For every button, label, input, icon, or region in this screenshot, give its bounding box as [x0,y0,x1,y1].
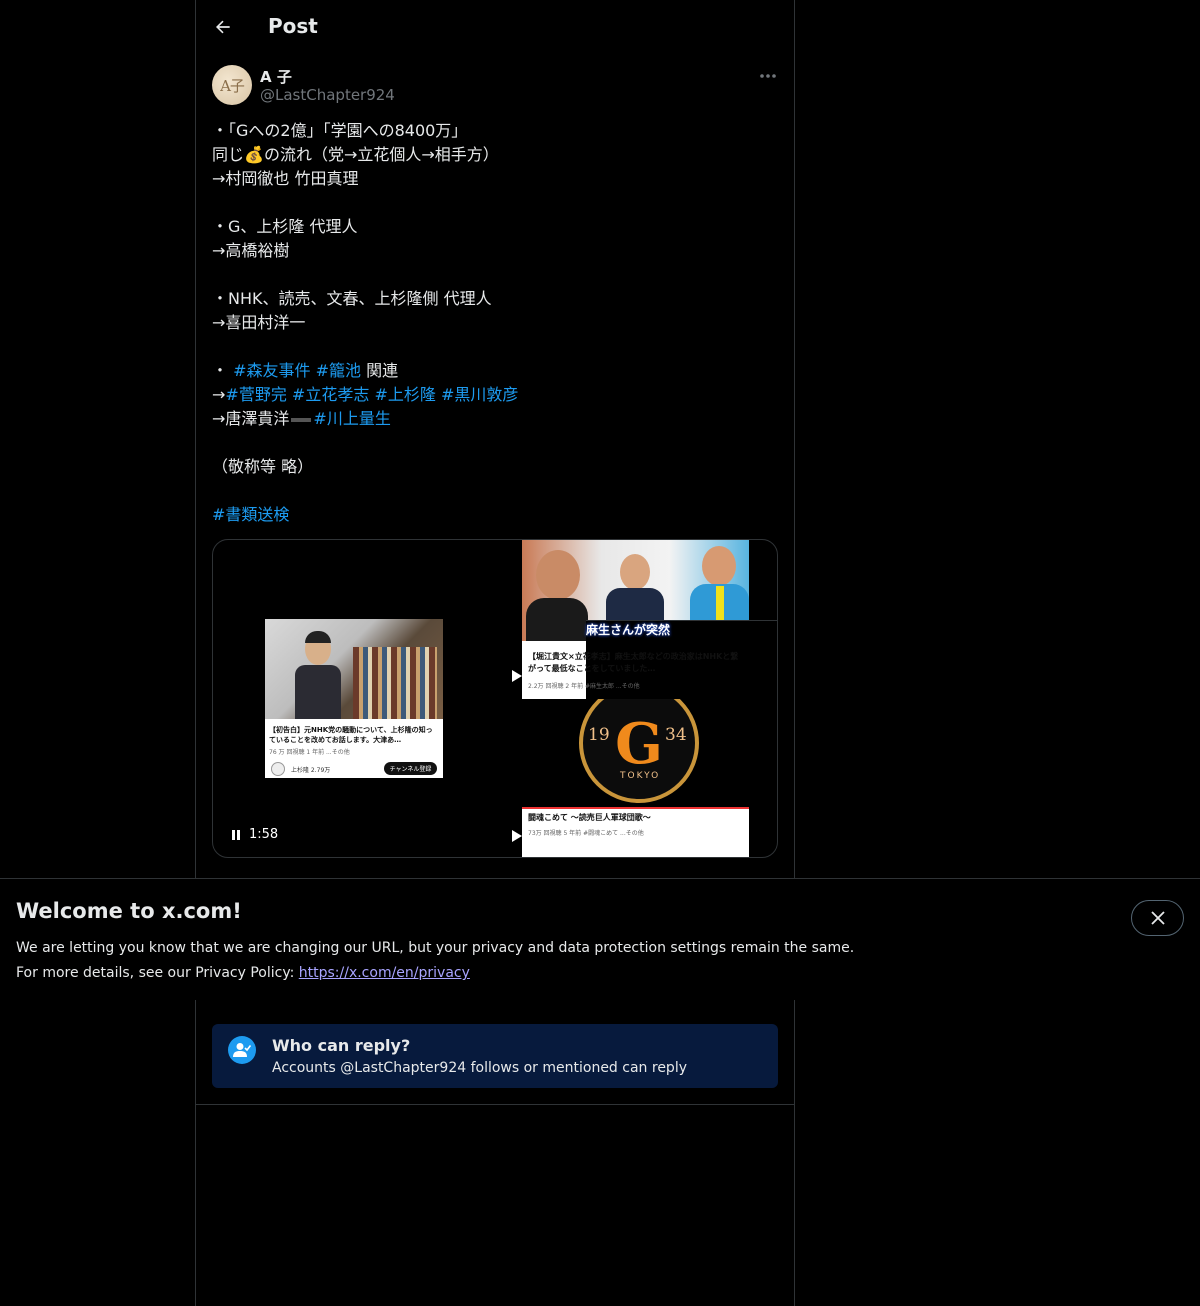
text-segment: の流れ（党→立花個人→相手方） [263,145,499,164]
channel-avatar-icon [271,762,285,776]
dash-icon [291,417,312,422]
suit-shape [295,665,341,719]
thumbnail-photo: 麻生さんが突然 [522,540,777,742]
video-player[interactable]: 【初告白】元NHK党の騒動について、上杉隆の知っていることを改めてお話します。大… [212,539,778,858]
privacy-link[interactable]: https://x.com/en/privacy [299,965,470,981]
person-graphic [295,631,341,719]
welcome-banner: Welcome to x.com! We are letting you kno… [0,878,1200,1000]
avatar-lettering: A子 [220,76,245,95]
pause-button[interactable] [229,828,243,842]
hashtag-link[interactable]: #川上量生 [313,409,390,428]
bookshelf-graphic [353,647,437,719]
hashtag-link[interactable]: #上杉隆 [374,385,435,404]
page-title: Post [268,14,318,38]
banner-title: Welcome to x.com! [16,899,242,923]
hashtag-link[interactable]: #菅野完 [225,385,286,404]
hair-shape [305,631,331,643]
close-banner-button[interactable] [1131,900,1184,936]
text-segment: →唐澤貴洋 [212,409,290,428]
banner-line: We are letting you know that we are chan… [16,940,855,956]
close-icon [1150,911,1165,925]
hashtag-link[interactable]: #書類送検 [212,505,289,524]
thumbnail-caption: 【堀江貴文×立花孝志】麻生太郎などの政治家はNHKと繋がって最低なことをしていま… [528,652,739,673]
divider [196,1104,794,1105]
person-check-icon [228,1036,256,1064]
play-icon [509,668,525,684]
more-options-button[interactable] [756,64,780,88]
person-check-graphic [233,1043,251,1057]
post-line: ・G、上杉隆 代理人 [212,217,358,236]
post-line: →高橋裕樹 [212,241,290,260]
play-triangle-icon [512,830,522,842]
hashtag-link[interactable]: #黒川敦彦 [441,385,518,404]
shirt-graphic [526,598,588,641]
face-graphic [620,554,650,590]
header: Post [196,0,794,54]
post-line: （敬称等 略） [212,457,314,476]
post-line: ・NHK、読売、文春、上杉隆側 代理人 [212,289,492,308]
video-thumbnail-left: 【初告白】元NHK党の騒動について、上杉隆の知っていることを改めてお話します。大… [265,619,443,778]
video-thumbnail-right-top: 麻生さんが突然 【堀江貴文×立花孝志】麻生太郎などの政治家はNHKと繋がって最低… [522,540,777,742]
logo-year-left: 19 [588,725,610,745]
hashtag-link[interactable]: #森友事件 [233,361,310,380]
video-time: 1:58 [249,827,279,842]
banner-line: For more details, see our Privacy Policy… [16,961,854,986]
more-horizontal-icon [760,74,776,78]
money-bag-icon: 💰 [244,145,264,164]
post-text: ・「Gへの2億」「学園への8400万」 同じ💰の流れ（党→立花個人→相手方） →… [212,119,772,527]
thumbnail-meta: 76 万 回視聴 1 年前 ...その他 [269,749,350,756]
thumbnail-caption: 闘魂こめて 〜読売巨人軍球団歌〜 [528,813,651,822]
play-icon [509,828,525,844]
avatar[interactable]: A子 [212,65,252,105]
author-handle[interactable]: @LastChapter924 [260,86,395,104]
subscribe-button: チャンネル登録 [384,762,437,775]
post-line: →#菅野完 #立花孝志 #上杉隆 #黒川敦彦 [212,383,772,407]
reply-subtitle: Accounts @LastChapter924 follows or ment… [272,1060,687,1076]
logo-city: TOKYO [620,771,661,781]
giants-logo-graphic: G [579,683,699,803]
back-button[interactable] [206,10,240,44]
post-line: ・「Gへの2億」「学園への8400万」 [212,121,468,140]
face-graphic [536,550,580,600]
text-segment: ・ [212,361,234,380]
text-segment: 同じ [212,145,245,164]
author-display-name[interactable]: A 子 [260,66,292,87]
text-segment: → [212,385,226,404]
thumbnail-meta: 2.2万 回視聴 2 年前 #麻生太郎 ...その他 [528,683,640,690]
face-graphic [702,546,736,586]
thumbnail-meta: 73万 回視聴 5 年前 #闘魂こめて ...その他 [528,830,644,837]
hashtag-link[interactable]: #立花孝志 [292,385,369,404]
logo-year-right: 34 [665,725,687,745]
banner-line-prefix: For more details, see our Privacy Policy… [16,965,299,981]
video-thumbnail-right-bottom: G 19 34 TOKYO 闘魂こめて 〜読売巨人軍球団歌〜 73万 回視聴 5… [522,683,749,857]
post-line: 同じ💰の流れ（党→立花個人→相手方） [212,143,772,167]
hashtag-link[interactable]: #籠池 [316,361,361,380]
arrow-left-icon [216,20,230,34]
timeline-column: Post A子 A 子 @LastChapter924 ・「Gへの2億」「学園へ… [195,0,795,1306]
thumbnail-photo [265,619,443,719]
post-line: →喜田村洋一 [212,313,306,332]
who-can-reply-notice: Who can reply? Accounts @LastChapter924 … [212,1024,778,1088]
post-line: #書類送検 [212,503,772,527]
thumbnail-caption: 【初告白】元NHK党の騒動について、上杉隆の知っていることを改めてお話します。大… [269,726,433,744]
channel-name: 上杉隆 2.79万 [291,767,331,774]
banner-text: We are letting you know that we are chan… [16,936,854,986]
post-line: ・ #森友事件 #籠池 関連 [212,359,772,383]
post-line: →村岡徹也 竹田真理 [212,169,359,188]
reply-title: Who can reply? [272,1036,411,1055]
svg-text:G: G [615,711,663,777]
text-segment: 関連 [361,361,399,380]
post-line: →唐澤貴洋 #川上量生 [212,407,772,431]
play-triangle-icon [512,670,522,682]
giants-logo: G 19 34 TOKYO [578,683,700,803]
pause-icon [232,830,240,840]
